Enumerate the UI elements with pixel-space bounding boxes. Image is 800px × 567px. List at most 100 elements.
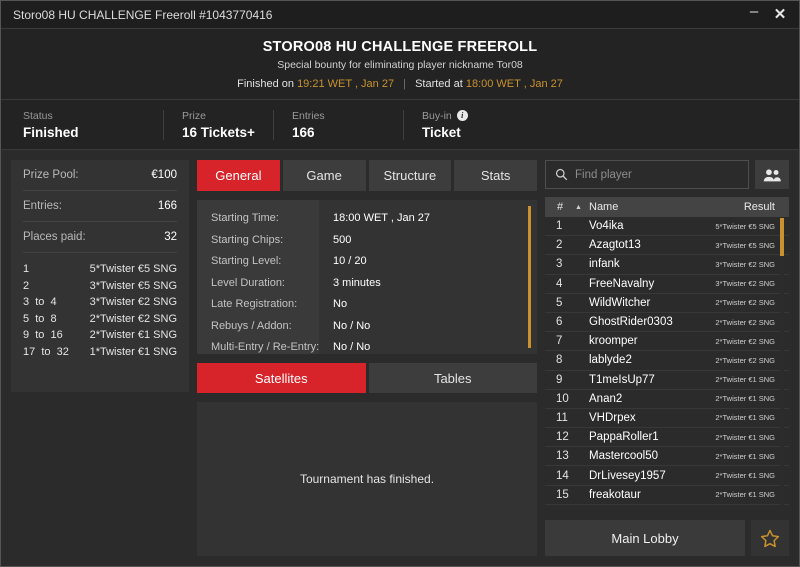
prize-pool-value: €100 [151,169,177,181]
detail-values: 18:00 WET , Jan 27 500 10 / 20 3 minutes… [319,200,537,354]
row-result: 3*Twister €2 SNG [715,279,775,289]
payout-rank: 2 [23,279,30,292]
row-result: 2*Twister €1 SNG [715,451,775,461]
detail-label: Starting Level: [211,255,282,267]
table-row[interactable]: 7 kroomper 2*Twister €2 SNG [545,332,789,352]
row-player-name: Anan2 [589,392,623,405]
lobby-body: Prize Pool: €100 Entries: 166 Places pai… [1,150,799,566]
tab-tables[interactable]: Tables [368,363,537,393]
row-player-name: VHDrpex [589,411,636,424]
detail-value: 10 / 20 [333,255,367,267]
table-row[interactable]: 8 lablyde2 2*Twister €2 SNG [545,351,789,371]
stat-entries-value: 166 [292,124,315,140]
player-table: # ▲ Name Result 1 Vo4ika 5*Twister €5 SN… [545,197,789,512]
payout-rank: 17 to 32 [23,345,69,358]
row-rank: 6 [556,316,563,329]
column-header-number[interactable]: # [545,201,575,213]
stat-prize-label: Prize [182,109,206,122]
detail-label: Rebuys / Addon: [211,319,292,332]
tournament-status-message: Tournament has finished. [197,402,537,556]
row-result: 5*Twister €5 SNG [715,221,775,231]
detail-value: No / No [333,341,371,353]
tab-structure[interactable]: Structure [368,160,452,191]
search-input[interactable] [575,168,739,181]
info-icon[interactable]: i [456,110,468,121]
table-row[interactable]: 13 Mastercool50 2*Twister €1 SNG [545,447,789,467]
table-row[interactable]: 10 Anan2 2*Twister €1 SNG [545,390,789,409]
entries-key: Entries: [23,200,62,212]
entries-row: Entries: 166 [23,191,177,222]
row-result: 3*Twister €2 SNG [715,259,775,269]
row-rank: 4 [556,277,563,290]
row-player-name: PappaRoller1 [589,431,659,444]
window-title: Storo08 HU CHALLENGE Freeroll #104377041… [13,7,273,22]
favorite-button[interactable] [751,520,789,556]
tab-satellites[interactable]: Satellites [197,363,366,393]
tab-game[interactable]: Game [282,160,366,191]
table-row[interactable]: 6 GhostRider0303 2*Twister €2 SNG [545,313,789,333]
stat-entries-label: Entries [292,109,325,122]
column-header-name[interactable]: Name [589,201,744,213]
row-rank: 9 [556,373,563,386]
table-row[interactable]: 4 FreeNavalny 3*Twister €2 SNG [545,275,789,294]
players-view-button[interactable] [755,160,789,189]
tab-stats[interactable]: Stats [454,160,537,191]
entries-value: 166 [157,200,177,212]
table-row[interactable]: 9 T1meIsUp77 2*Twister €1 SNG [545,371,789,390]
row-player-name: freakotaur [589,488,641,501]
tournament-subtitle: Special bounty for eliminating player ni… [277,59,523,71]
payout-item: 1 5*Twister €5 SNG [23,261,177,278]
bottom-tabs: Satellites Tables [197,363,537,393]
table-row[interactable]: 5 WildWitcher 2*Twister €2 SNG [545,294,789,313]
detail-value: 3 minutes [333,276,381,289]
title-bar: Storo08 HU CHALLENGE Freeroll #104377041… [1,1,799,29]
details-scrollbar-thumb[interactable] [528,206,531,348]
close-button[interactable]: ✕ [767,3,793,27]
main-lobby-button[interactable]: Main Lobby [545,520,745,556]
search-box[interactable] [545,160,749,189]
row-result: 3*Twister €5 SNG [715,240,775,250]
payout-rank: 9 to 16 [23,329,63,341]
payout-rank: 5 to 8 [23,312,57,325]
table-row[interactable]: 15 freakotaur 2*Twister €1 SNG [545,486,789,505]
started-label: Started at [415,78,463,90]
table-row[interactable]: 11 VHDrpex 2*Twister €1 SNG [545,409,789,429]
stat-buyin-value: Ticket [422,124,461,140]
sort-ascending-icon[interactable]: ▲ [575,204,589,211]
row-rank: 12 [556,431,569,444]
detail-value: 18:00 WET , Jan 27 [333,212,431,224]
row-rank: 10 [556,392,569,405]
tab-general[interactable]: General [197,160,280,191]
table-row[interactable]: 2 Azagtot13 3*Twister €5 SNG [545,236,789,256]
tournament-lobby-window: Storo08 HU CHALLENGE Freeroll #104377041… [0,0,800,567]
detail-label: Starting Time: [211,212,279,224]
player-list-scrollbar-thumb[interactable] [780,218,784,256]
info-tabs: General Game Structure Stats [197,160,537,191]
minimize-button[interactable]: – [741,3,767,27]
row-rank: 13 [556,450,569,463]
details-scrollbar[interactable] [528,206,531,348]
star-icon [760,529,780,547]
row-player-name: Azagtot13 [589,239,641,252]
detail-label: Starting Chips: [211,233,284,246]
footer-row: Main Lobby [545,520,789,556]
table-row[interactable]: 1 Vo4ika 5*Twister €5 SNG [545,217,789,237]
payout-rank: 3 to 4 [23,296,57,308]
row-result: 2*Twister €1 SNG [715,471,775,481]
payout-item: 2 3*Twister €5 SNG [23,278,177,295]
table-row[interactable]: 14 DrLivesey1957 2*Twister €1 SNG [545,466,789,486]
player-list-scrollbar[interactable] [780,218,784,511]
row-result: 2*Twister €1 SNG [715,413,775,423]
row-rank: 3 [556,258,563,271]
row-rank: 2 [556,239,563,252]
table-row[interactable]: 12 PappaRoller1 2*Twister €1 SNG [545,428,789,448]
people-icon [763,168,781,181]
row-result: 2*Twister €2 SNG [715,298,775,308]
finished-label: Finished on [237,78,294,90]
table-row[interactable]: 3 infank 3*Twister €2 SNG [545,255,789,275]
column-header-result[interactable]: Result [744,201,775,213]
stat-prize: Prize 16 Tickets+ [163,109,273,140]
payout-list: 1 5*Twister €5 SNG 2 3*Twister €5 SNG 3 … [23,253,177,360]
payout-prize: 1*Twister €1 SNG [89,345,177,358]
row-rank: 11 [556,411,568,424]
